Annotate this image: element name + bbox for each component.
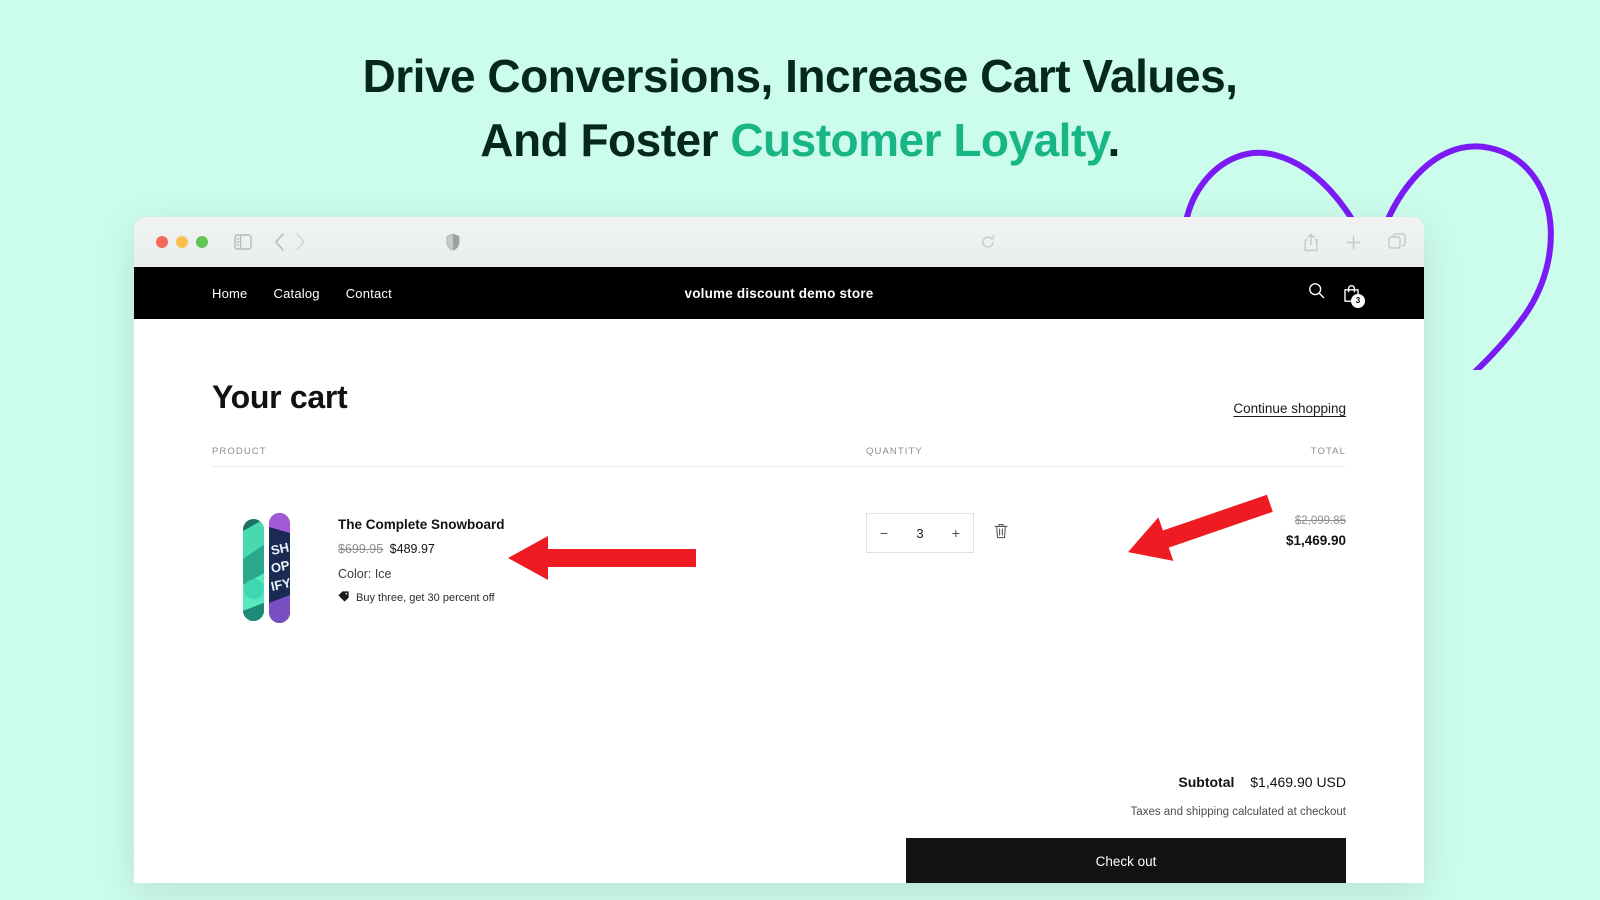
cart-column-headers: PRODUCT QUANTITY TOTAL bbox=[212, 446, 1346, 467]
cart-page: Your cart Continue shopping PRODUCT QUAN… bbox=[134, 319, 1424, 883]
product-title[interactable]: The Complete Snowboard bbox=[338, 517, 505, 532]
close-window-button[interactable] bbox=[156, 236, 168, 248]
tag-icon bbox=[338, 591, 349, 605]
product-discount-label: Buy three, get 30 percent off bbox=[356, 592, 495, 604]
quantity-decrease-button[interactable]: − bbox=[880, 525, 888, 541]
subtotal-value: $1,469.90 USD bbox=[1250, 774, 1346, 790]
cart-heading: Your cart bbox=[212, 379, 348, 415]
product-variant: Color: Ice bbox=[338, 567, 392, 581]
column-header-total: TOTAL bbox=[1310, 446, 1346, 457]
product-thumbnail[interactable]: SH OP IFY bbox=[242, 511, 294, 629]
reload-icon[interactable] bbox=[980, 234, 996, 250]
headline-period: . bbox=[1107, 114, 1120, 166]
tab-overview-icon[interactable] bbox=[1388, 233, 1406, 251]
store-title: volume discount demo store bbox=[684, 285, 874, 301]
maximize-window-button[interactable] bbox=[196, 236, 208, 248]
store-navigation-bar: Home Catalog Contact volume discount dem… bbox=[134, 267, 1424, 319]
page-title: Drive Conversions, Increase Cart Values,… bbox=[0, 44, 1600, 172]
cart-count-badge: 3 bbox=[1351, 293, 1365, 308]
cart-button[interactable]: 3 bbox=[1343, 284, 1365, 308]
share-icon[interactable] bbox=[1303, 233, 1319, 252]
cart-item-quantity-cell: − 3 + bbox=[866, 511, 1226, 553]
back-icon[interactable] bbox=[274, 233, 285, 251]
forward-icon[interactable] bbox=[295, 233, 306, 251]
cart-header: Your cart Continue shopping bbox=[212, 319, 1346, 416]
trash-icon[interactable] bbox=[994, 523, 1008, 544]
product-details: The Complete Snowboard $699.95 $489.97 C… bbox=[338, 511, 505, 629]
tax-note: Taxes and shipping calculated at checkou… bbox=[1130, 806, 1346, 818]
product-original-price: $699.95 bbox=[338, 542, 384, 556]
store-nav-icons: 3 bbox=[1308, 282, 1365, 308]
subtotal-row: Subtotal $1,469.90 USD bbox=[906, 774, 1346, 790]
headline-accent: Customer Loyalty bbox=[730, 114, 1108, 166]
shield-icon[interactable] bbox=[446, 233, 460, 251]
browser-chrome bbox=[134, 217, 1424, 267]
product-discount-row: Buy three, get 30 percent off bbox=[338, 591, 505, 605]
quantity-stepper[interactable]: − 3 + bbox=[866, 513, 974, 553]
table-row: SH OP IFY The Complete Snowboard $699.95… bbox=[212, 467, 1346, 629]
new-tab-icon[interactable] bbox=[1345, 234, 1362, 251]
column-header-product: PRODUCT bbox=[212, 446, 267, 457]
minimize-window-button[interactable] bbox=[176, 236, 188, 248]
quantity-value[interactable]: 3 bbox=[916, 526, 923, 541]
subtotal-label: Subtotal bbox=[1178, 774, 1235, 790]
cart-item-total-cell: $2,099.85 $1,469.90 bbox=[1226, 511, 1346, 548]
headline-line-1: Drive Conversions, Increase Cart Values, bbox=[362, 50, 1238, 102]
line-total-discounted: $1,469.90 bbox=[1285, 533, 1346, 548]
continue-shopping-link[interactable]: Continue shopping bbox=[1233, 401, 1346, 416]
browser-window: Home Catalog Contact volume discount dem… bbox=[134, 217, 1424, 883]
search-icon[interactable] bbox=[1308, 282, 1325, 304]
product-price-row: $699.95 $489.97 bbox=[338, 542, 505, 556]
sidebar-icon[interactable] bbox=[234, 234, 252, 250]
headline-line-2-prefix: And Foster bbox=[480, 114, 731, 166]
checkout-button[interactable]: Check out bbox=[906, 838, 1346, 883]
browser-chrome-right-icons bbox=[1303, 233, 1406, 252]
column-header-quantity: QUANTITY bbox=[866, 446, 923, 457]
hero-headline: Drive Conversions, Increase Cart Values,… bbox=[0, 44, 1600, 172]
cart-totals: Subtotal $1,469.90 USD Taxes and shippin… bbox=[906, 774, 1346, 883]
cart-item-product-cell: SH OP IFY The Complete Snowboard $699.95… bbox=[212, 511, 866, 629]
window-controls[interactable] bbox=[156, 236, 208, 248]
product-discounted-price: $489.97 bbox=[389, 542, 435, 556]
line-total-original: $2,099.85 bbox=[1294, 515, 1346, 527]
quantity-increase-button[interactable]: + bbox=[952, 525, 960, 541]
